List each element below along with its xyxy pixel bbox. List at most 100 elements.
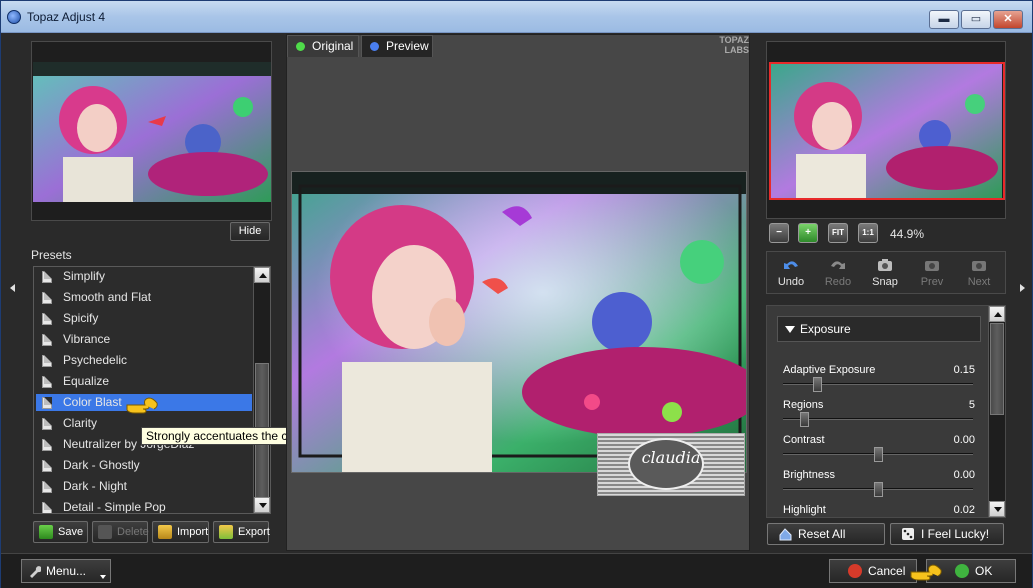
scroll-down-arrow-icon[interactable] [254,497,270,513]
slider-knob[interactable] [800,412,809,427]
snap-button[interactable]: Snap [863,256,907,292]
undo-icon [784,261,798,269]
dropdown-caret-icon [100,575,106,579]
document-icon [42,460,52,472]
preset-label: Clarity [63,416,98,430]
preset-item-detail-simple-pop[interactable]: Detail - Simple Pop [36,499,252,514]
preset-label: Color Blast [63,395,122,409]
ok-check-icon [955,564,969,578]
scroll-up-arrow-icon[interactable] [254,267,270,283]
zoom-one-to-one-button[interactable]: 1:1 [858,223,878,243]
slider-value: 5 [968,399,975,411]
menu-label: Menu... [46,564,87,578]
slider-label: Highlight [783,504,826,516]
highlight-slider[interactable]: Highlight 0.02 [783,504,975,518]
slider-value: 0.00 [953,434,975,446]
prev-button[interactable]: Prev [910,256,954,292]
app-window: Topaz Adjust 4 ▬ ▭ ✕ Hide Presets Simpli… [0,0,1033,588]
navigator-viewport-frame[interactable] [769,62,1005,200]
maximize-button[interactable]: ▭ [961,10,991,29]
export-icon [219,525,233,539]
menu-button[interactable]: Menu... [21,559,111,583]
preset-item-psychedelic[interactable]: Psychedelic [36,352,252,369]
preset-label: Dark - Night [63,479,128,493]
import-preset-button[interactable]: Import [152,521,209,543]
window-title: Topaz Adjust 4 [27,10,106,24]
exposure-section-header[interactable]: Exposure [777,316,981,342]
scroll-up-arrow-icon[interactable] [989,306,1005,322]
main-preview-image[interactable] [291,171,747,473]
settings-scrollbar[interactable] [988,306,1005,517]
scroll-down-arrow-icon[interactable] [989,501,1005,517]
document-icon [42,292,52,304]
next-button[interactable]: Next [957,256,1001,292]
redo-button[interactable]: Redo [816,256,860,292]
preset-item-vibrance[interactable]: Vibrance [36,331,252,348]
document-icon [42,334,52,346]
cancel-label: Cancel [868,564,906,578]
slider-knob[interactable] [813,377,822,392]
preset-item-spicify[interactable]: Spicify [36,310,252,327]
center-canvas[interactable]: Original Preview TOPAZ LABS claudia [286,34,750,551]
title-bar[interactable]: Topaz Adjust 4 ▬ ▭ ✕ [1,1,1032,33]
reset-all-button[interactable]: Reset All [767,523,885,545]
delete-label: Delete [117,526,149,538]
next-snapshot-icon [972,261,986,271]
contrast-slider[interactable]: Contrast 0.00 [783,434,975,464]
slider-value: 0.02 [953,504,975,516]
document-icon [42,355,52,367]
preset-label: Spicify [63,311,99,325]
zoom-out-button[interactable]: − [769,223,789,243]
brightness-slider[interactable]: Brightness 0.00 [783,469,975,499]
watermark-badge: claudia [597,433,745,496]
exposure-section-title: Exposure [800,322,851,336]
preset-item-dark-ghostly[interactable]: Dark - Ghostly [36,457,252,474]
close-button[interactable]: ✕ [993,10,1023,29]
slider-value: 0.15 [953,364,975,376]
export-preset-button[interactable]: Export [213,521,270,543]
preset-label: Detail - Simple Pop [63,500,166,514]
preset-item-simplify[interactable]: Simplify [36,268,252,285]
slider-track[interactable] [783,418,973,420]
document-icon [42,439,52,451]
collapse-left-arrow-icon[interactable] [10,284,15,292]
slider-knob[interactable] [874,482,883,497]
slider-track[interactable] [783,383,973,385]
preset-label: Psychedelic [63,353,128,367]
slider-knob[interactable] [878,517,887,518]
tab-preview-label: Preview [386,39,429,53]
save-preset-button[interactable]: Save [33,521,88,543]
preset-item-equalize[interactable]: Equalize [36,373,252,390]
minimize-button[interactable]: ▬ [929,10,959,29]
tab-original[interactable]: Original [287,35,359,57]
wrench-icon [30,566,41,578]
adaptive-exposure-slider[interactable]: Adaptive Exposure 0.15 [783,364,975,394]
cancel-button[interactable]: Cancel [829,559,917,583]
navigator-panel[interactable] [766,41,1006,219]
i-feel-lucky-button[interactable]: I Feel Lucky! [890,523,1004,545]
slider-value: 0.00 [953,469,975,481]
preset-item-smooth-and-flat[interactable]: Smooth and Flat [36,289,252,306]
delete-preset-button[interactable]: Delete [92,521,149,543]
undo-button[interactable]: Undo [769,256,813,292]
collapse-right-arrow-icon[interactable] [1020,284,1025,292]
tab-preview[interactable]: Preview [361,35,433,57]
regions-slider[interactable]: Regions 5 [783,399,975,429]
slider-label: Contrast [783,434,825,446]
preset-list-scrollbar[interactable] [253,267,270,513]
hide-thumbnail-button[interactable]: Hide [230,222,270,241]
zoom-fit-button[interactable]: FIT [828,223,848,243]
preset-item-dark-night[interactable]: Dark - Night [36,478,252,495]
save-icon [39,525,53,539]
original-thumbnail-panel [31,41,272,221]
preset-label: Vibrance [63,332,111,346]
zoom-in-button[interactable]: + [798,223,818,243]
save-label: Save [58,526,84,538]
preset-list[interactable]: Simplify Smooth and Flat Spicify Vibranc… [33,266,271,514]
document-icon [42,397,52,409]
pointing-hand-icon [910,564,942,581]
document-icon [42,481,52,493]
slider-label: Regions [783,399,824,411]
slider-knob[interactable] [874,447,883,462]
scrollbar-thumb[interactable] [990,323,1004,415]
